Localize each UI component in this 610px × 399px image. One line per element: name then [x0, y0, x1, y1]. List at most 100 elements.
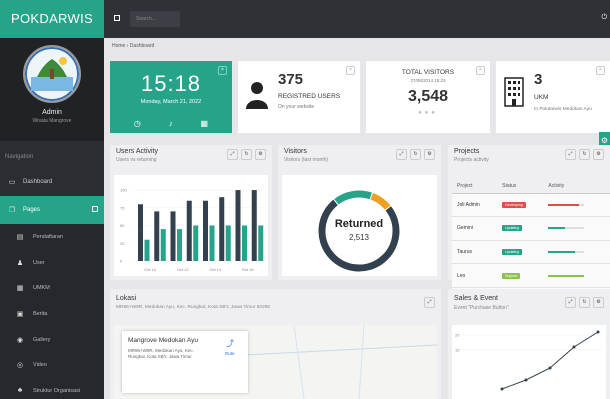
bar — [170, 211, 176, 261]
sidebar-item-user[interactable]: ♟ User — [0, 249, 104, 276]
search-input[interactable]: Search... — [130, 11, 180, 27]
ukm-count: 3 — [534, 71, 543, 88]
ukm-widget: × 3 UKM In Pokdarwis Medokan Ayu — [496, 61, 610, 133]
refresh-icon[interactable]: ↻ — [241, 149, 252, 160]
sales-panel: Sales & Event Event "Purchase Button" ⤢ … — [448, 289, 610, 399]
x-tick-label: Oct 12 — [177, 267, 190, 272]
expand-icon — [92, 206, 98, 212]
status-cell: Developing — [497, 193, 544, 218]
settings-icon[interactable]: ⚙ — [255, 149, 266, 160]
carousel-dots[interactable]: ●●● — [366, 110, 490, 116]
clock-widget: × 15:18 Monday, March 21, 2022 ◷ ♪ ▦ — [110, 61, 232, 133]
bar — [258, 225, 264, 261]
bar — [154, 211, 160, 261]
files-icon: ❐ — [8, 207, 16, 214]
sidebar-item-gallery[interactable]: ◉ Gallery — [0, 326, 104, 353]
breadcrumb-current: Dashboard — [129, 43, 155, 49]
sidebar-item-umkm[interactable]: ▦ UMKM — [0, 275, 104, 302]
bar — [219, 197, 225, 261]
data-point — [596, 330, 600, 334]
bell-icon[interactable]: ♪ — [169, 119, 173, 128]
map-info-card: Mangrove Medokan Ayu MR96+W9R, Medokan A… — [122, 331, 248, 393]
list-icon: ▤ — [16, 233, 24, 241]
settings-icon[interactable]: ⚙ — [593, 297, 604, 308]
route-link[interactable]: Rute — [225, 351, 235, 356]
sidebar-item-label: User — [33, 259, 45, 266]
close-icon[interactable]: × — [346, 66, 355, 75]
visitors-datetime: 27/08/2014 15:23 — [410, 78, 446, 83]
donut-center-label: Returned — [335, 218, 383, 230]
close-icon[interactable]: × — [476, 66, 485, 75]
ukm-label: UKM — [534, 94, 549, 101]
sidebar-item-pages[interactable]: ❐ Pages — [0, 196, 104, 224]
panel-subtitle: Users vs returning — [116, 157, 157, 163]
users-activity-chart: 0 25 50 75 100 Oct 10 Oct 12 Oct 14 Oct 16 — [120, 188, 264, 272]
location-address: MR96+W9R, Medokan Ayu, Kec. Rungkut, Kot… — [116, 305, 271, 310]
bar — [186, 200, 192, 261]
directions-icon[interactable]: ⤴ — [226, 338, 234, 349]
sidebar-item-label: Dashboard — [23, 179, 53, 185]
sidebar-item-berita[interactable]: ▣ Berita — [0, 301, 104, 327]
visitors-donut-chart: Returned 2,513 — [317, 189, 401, 273]
breadcrumb-home[interactable]: Home — [112, 43, 125, 49]
expand-icon[interactable]: ⤢ — [396, 149, 407, 160]
sitemap-icon: ♣ — [17, 387, 23, 395]
expand-icon[interactable]: ⤢ — [227, 149, 238, 160]
sidebar-item-label: Struktur Organisasi — [33, 387, 81, 394]
settings-icon[interactable]: ⚙ — [593, 149, 604, 160]
panel-title: Sales & Event — [454, 295, 498, 302]
refresh-icon[interactable]: ↻ — [579, 297, 590, 308]
col-activity: Activity — [543, 179, 610, 194]
table-row[interactable]: Taurus Updating — [452, 240, 610, 265]
building-icon — [504, 77, 524, 107]
bar — [144, 239, 150, 261]
x-tick-label: Oct 10 — [144, 267, 157, 272]
series-line — [501, 331, 599, 390]
expand-icon[interactable]: ⤢ — [565, 297, 576, 308]
refresh-icon[interactable]: ↻ — [410, 149, 421, 160]
project-name: Joli Admin — [452, 193, 498, 218]
close-icon[interactable]: × — [218, 66, 227, 75]
logout-icon[interactable]: ⏻ — [601, 14, 607, 22]
sidebar: POKDARWIS Admin Wisata Mangrove Navigati… — [0, 0, 104, 399]
users-widget: × 375 REGISTRED USERS On your website — [238, 61, 360, 133]
table-row[interactable]: Joli Admin Developing — [452, 193, 610, 218]
status-badge: Developing — [502, 201, 526, 208]
menu-toggle-icon[interactable] — [114, 15, 120, 21]
sidebar-item-dashboard[interactable]: ▭ Dashboard — [0, 168, 104, 196]
y-tick-label: 15 — [455, 348, 460, 353]
y-tick-label: 0 — [120, 259, 123, 264]
map-place-address: MR96+W9R, Medokan Ayu, Kec. Rungkut, Kot… — [128, 348, 194, 359]
status-cell: Updating — [497, 240, 544, 265]
map-container[interactable]: Mangrove Medokan Ayu MR96+W9R, Medokan A… — [114, 325, 437, 399]
sidebar-item-struktur[interactable]: ♣ Struktur Organisasi — [0, 378, 104, 399]
user-icon — [246, 82, 268, 109]
profile-role: Wisata Mangrove — [32, 118, 72, 124]
sidebar-item-pendaftaran[interactable]: ▤ Pendaftaran — [0, 224, 104, 250]
visitors-title: TOTAL VISITORS — [401, 69, 455, 76]
avatar[interactable] — [23, 45, 81, 103]
user-icon: ♟ — [16, 259, 24, 267]
col-project: Project — [452, 179, 498, 194]
calendar-icon[interactable]: ▦ — [201, 119, 209, 128]
settings-icon[interactable]: ⚙ — [424, 149, 435, 160]
expand-icon[interactable]: ⤢ — [424, 297, 435, 308]
project-name: Gemini — [452, 216, 498, 241]
y-tick-label: 100 — [120, 188, 127, 193]
clock-date: Monday, March 21, 2022 — [140, 99, 202, 105]
refresh-icon[interactable]: ↻ — [579, 149, 590, 160]
brand-logo[interactable]: POKDARWIS — [0, 0, 104, 38]
status-cell: Support — [497, 263, 544, 288]
col-status: Status — [497, 179, 544, 194]
sidebar-item-video[interactable]: ◎ Video — [0, 352, 104, 379]
panel-subtitle: Event "Purchase Button" — [454, 305, 509, 311]
location-panel: Lokasi MR96+W9R, Medokan Ayu, Kec. Rungk… — [110, 289, 441, 399]
bar — [251, 190, 257, 261]
clock-icon[interactable]: ◷ — [134, 119, 141, 128]
expand-icon[interactable]: ⤢ — [565, 149, 576, 160]
table-row[interactable]: Leo Support — [452, 263, 610, 288]
close-icon[interactable]: × — [596, 66, 605, 75]
project-name: Leo — [452, 263, 498, 288]
activity-progress-bar — [548, 274, 585, 277]
table-row[interactable]: Gemini Updating — [452, 216, 610, 241]
